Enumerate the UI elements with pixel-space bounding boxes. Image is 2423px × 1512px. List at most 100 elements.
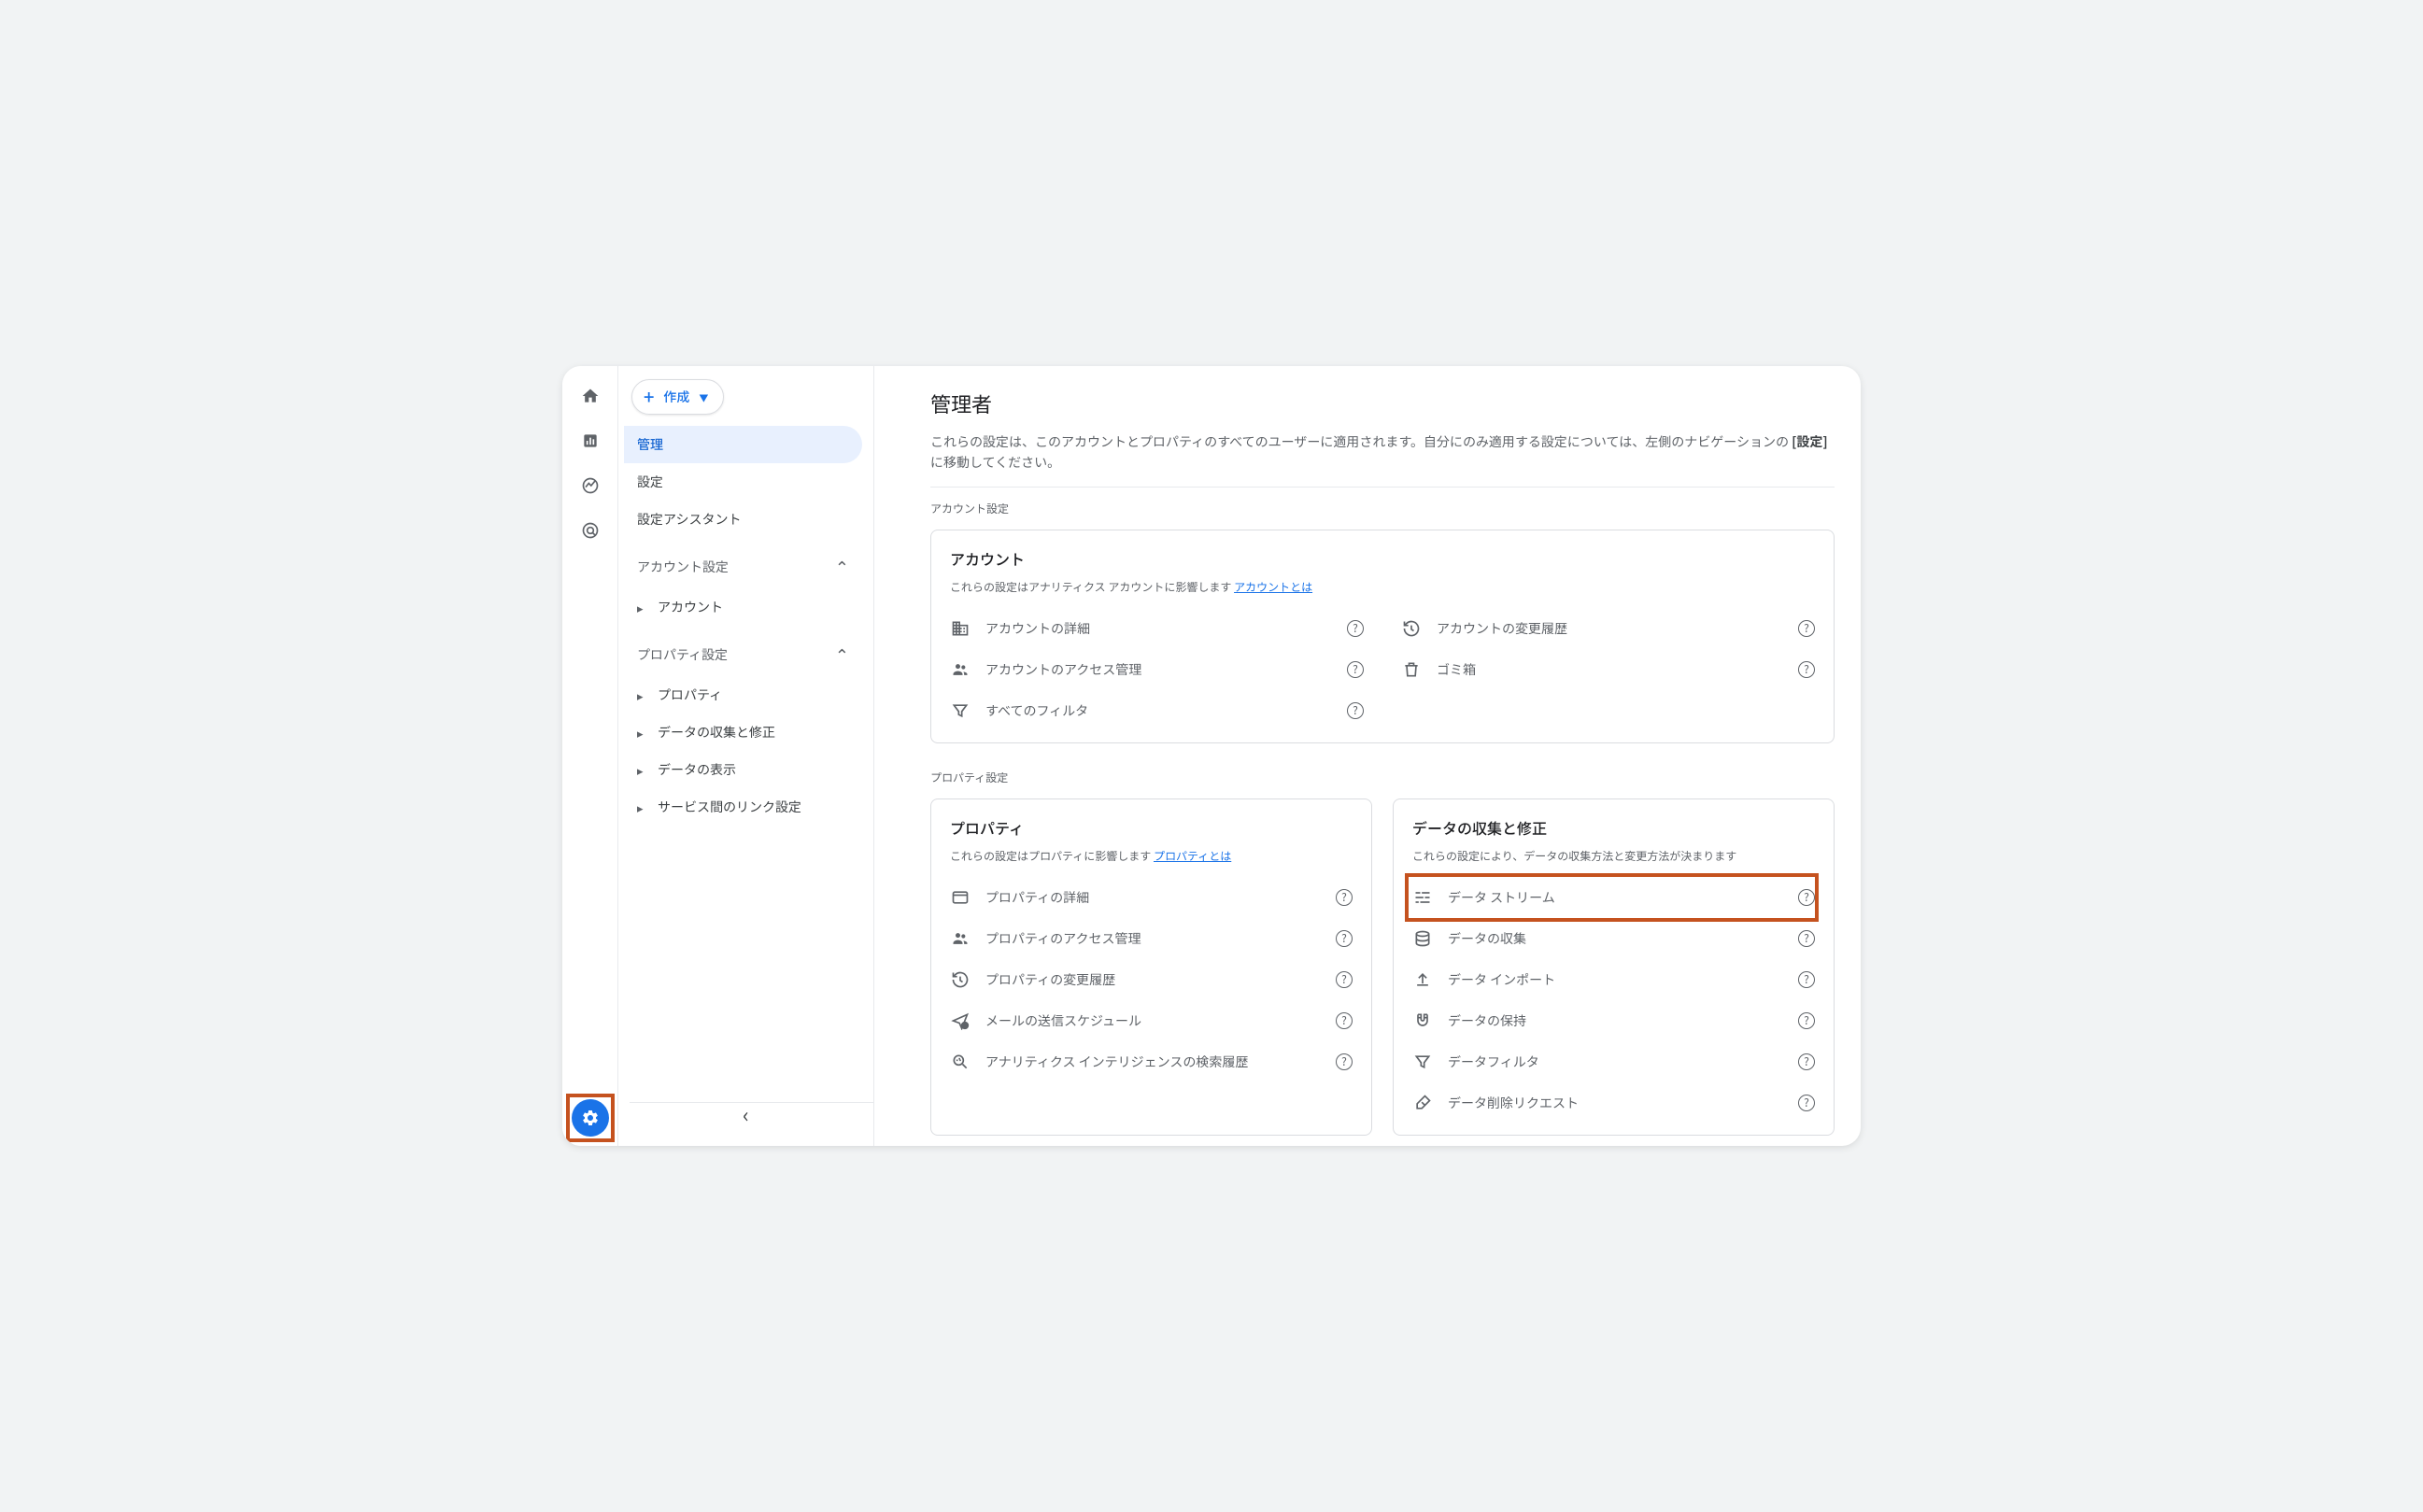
setting-property-access[interactable]: プロパティのアクセス管理 ?: [950, 918, 1353, 959]
header-divider: [930, 487, 1835, 488]
sidebar-sub-service-links[interactable]: ▸ サービス間のリンク設定: [624, 788, 862, 826]
sub-label: アカウント: [658, 598, 723, 616]
caret-down-icon: ▼: [699, 390, 708, 404]
sidebar-sub-account[interactable]: ▸ アカウント: [624, 588, 862, 626]
page-description: これらの設定は、このアカウントとプロパティのすべてのユーザーに適用されます。自分…: [930, 431, 1835, 473]
sub-label: サービス間のリンク設定: [658, 798, 801, 816]
help-icon[interactable]: ?: [1798, 889, 1815, 906]
setting-account-history[interactable]: アカウントの変更履歴 ?: [1401, 608, 1815, 649]
page-title: 管理者: [930, 389, 1835, 418]
history-icon: [1401, 618, 1422, 639]
magnet-icon: [1412, 1010, 1433, 1031]
setting-account-access[interactable]: アカウントのアクセス管理 ?: [950, 649, 1364, 690]
setting-label: データ インポート: [1448, 970, 1783, 989]
help-icon[interactable]: ?: [1336, 971, 1353, 988]
chevron-up-icon: ⌃: [835, 555, 849, 579]
help-icon[interactable]: ?: [1336, 1012, 1353, 1029]
help-icon[interactable]: ?: [1336, 930, 1353, 947]
admin-sidebar: + 作成 ▼ 管理 設定 設定アシスタント アカウント設定 ⌃ ▸ アカウント …: [618, 366, 874, 1146]
account-help-link[interactable]: アカウントとは: [1234, 579, 1312, 595]
sidebar-item-settings[interactable]: 設定: [624, 463, 862, 501]
property-card: プロパティ これらの設定はプロパティに影響します プロパティとは プロパティの詳…: [930, 798, 1372, 1136]
card-title: アカウント: [950, 547, 1815, 570]
setting-label: ゴミ箱: [1437, 660, 1783, 679]
help-icon[interactable]: ?: [1798, 620, 1815, 637]
setting-label: プロパティのアクセス管理: [985, 929, 1321, 948]
admin-gear-button[interactable]: [572, 1099, 609, 1137]
history-icon: [950, 969, 971, 990]
data-streams-highlight: データ ストリーム ?: [1405, 873, 1819, 922]
reports-icon[interactable]: [579, 430, 602, 452]
arrow-right-icon: ▸: [637, 798, 648, 816]
card-subtitle: これらの設定により、データの収集方法と変更方法が決まります: [1412, 848, 1815, 864]
setting-property-history[interactable]: プロパティの変更履歴 ?: [950, 959, 1353, 1000]
trash-icon: [1401, 659, 1422, 680]
section-label-account: アカウント設定: [930, 501, 1835, 516]
setting-property-details[interactable]: プロパティの詳細 ?: [950, 877, 1353, 918]
property-help-link[interactable]: プロパティとは: [1154, 848, 1231, 864]
help-icon[interactable]: ?: [1347, 661, 1364, 678]
setting-label: プロパティの詳細: [985, 888, 1321, 907]
chevron-up-icon: ⌃: [835, 643, 849, 667]
setting-label: アカウントの詳細: [985, 619, 1332, 638]
sidebar-item-setup-assistant[interactable]: 設定アシスタント: [624, 501, 862, 538]
stream-icon: [1412, 887, 1433, 908]
help-icon[interactable]: ?: [1798, 1053, 1815, 1070]
setting-label: アナリティクス インテリジェンスの検索履歴: [985, 1053, 1321, 1071]
card-title: データの収集と修正: [1412, 816, 1815, 839]
help-icon[interactable]: ?: [1347, 620, 1364, 637]
sidebar-sub-property[interactable]: ▸ プロパティ: [624, 676, 862, 714]
home-icon[interactable]: [579, 385, 602, 407]
setting-data-streams[interactable]: データ ストリーム ?: [1412, 877, 1815, 918]
card-title: プロパティ: [950, 816, 1353, 839]
setting-label: アカウントのアクセス管理: [985, 660, 1332, 679]
sub-label: データの表示: [658, 760, 736, 779]
setting-data-filter[interactable]: データフィルタ ?: [1412, 1041, 1815, 1082]
help-icon[interactable]: ?: [1798, 661, 1815, 678]
help-icon[interactable]: ?: [1798, 971, 1815, 988]
arrow-right-icon: ▸: [637, 761, 648, 779]
help-icon[interactable]: ?: [1798, 1095, 1815, 1111]
card-subtitle: これらの設定はアナリティクス アカウントに影響します アカウントとは: [950, 579, 1815, 595]
help-icon[interactable]: ?: [1336, 889, 1353, 906]
arrow-right-icon: ▸: [637, 724, 648, 742]
help-icon[interactable]: ?: [1347, 702, 1364, 719]
group-icon: [950, 928, 971, 949]
sidebar-sub-data-display[interactable]: ▸ データの表示: [624, 751, 862, 788]
data-collection-card: データの収集と修正 これらの設定により、データの収集方法と変更方法が決まります …: [1393, 798, 1835, 1136]
section-label: プロパティ設定: [637, 645, 728, 664]
setting-data-import[interactable]: データ インポート ?: [1412, 959, 1815, 1000]
setting-label: すべてのフィルタ: [985, 701, 1332, 720]
group-icon: [950, 659, 971, 680]
setting-intelligence-history[interactable]: アナリティクス インテリジェンスの検索履歴 ?: [950, 1041, 1353, 1082]
sidebar-section-property[interactable]: プロパティ設定 ⌃: [624, 633, 862, 676]
collapse-sidebar-button[interactable]: ‹: [735, 1092, 757, 1137]
setting-email-schedule[interactable]: メールの送信スケジュール ?: [950, 1000, 1353, 1041]
upload-icon: [1412, 969, 1433, 990]
plus-icon: +: [644, 388, 654, 406]
section-label-property: プロパティ設定: [930, 770, 1835, 785]
setting-data-retention[interactable]: データの保持 ?: [1412, 1000, 1815, 1041]
sidebar-item-label: 管理: [637, 435, 663, 454]
domain-icon: [950, 618, 971, 639]
account-card: アカウント これらの設定はアナリティクス アカウントに影響します アカウントとは…: [930, 530, 1835, 743]
setting-account-details[interactable]: アカウントの詳細 ?: [950, 608, 1364, 649]
setting-all-filters[interactable]: すべてのフィルタ ?: [950, 690, 1364, 731]
setting-trash[interactable]: ゴミ箱 ?: [1401, 649, 1815, 690]
setting-data-collection[interactable]: データの収集 ?: [1412, 918, 1815, 959]
sub-label: データの収集と修正: [658, 723, 775, 742]
help-icon[interactable]: ?: [1336, 1053, 1353, 1070]
advertising-icon[interactable]: [579, 519, 602, 542]
sidebar-item-label: 設定アシスタント: [637, 510, 741, 529]
sidebar-section-account[interactable]: アカウント設定 ⌃: [624, 545, 862, 588]
sidebar-item-admin[interactable]: 管理: [624, 426, 862, 463]
create-button[interactable]: + 作成 ▼: [631, 379, 724, 415]
sidebar-sub-data-collection[interactable]: ▸ データの収集と修正: [624, 714, 862, 751]
help-icon[interactable]: ?: [1798, 930, 1815, 947]
database-icon: [1412, 928, 1433, 949]
explore-icon[interactable]: [579, 474, 602, 497]
setting-label: アカウントの変更履歴: [1437, 619, 1783, 638]
setting-label: データ削除リクエスト: [1448, 1094, 1783, 1112]
help-icon[interactable]: ?: [1798, 1012, 1815, 1029]
setting-data-deletion[interactable]: データ削除リクエスト ?: [1412, 1082, 1815, 1123]
